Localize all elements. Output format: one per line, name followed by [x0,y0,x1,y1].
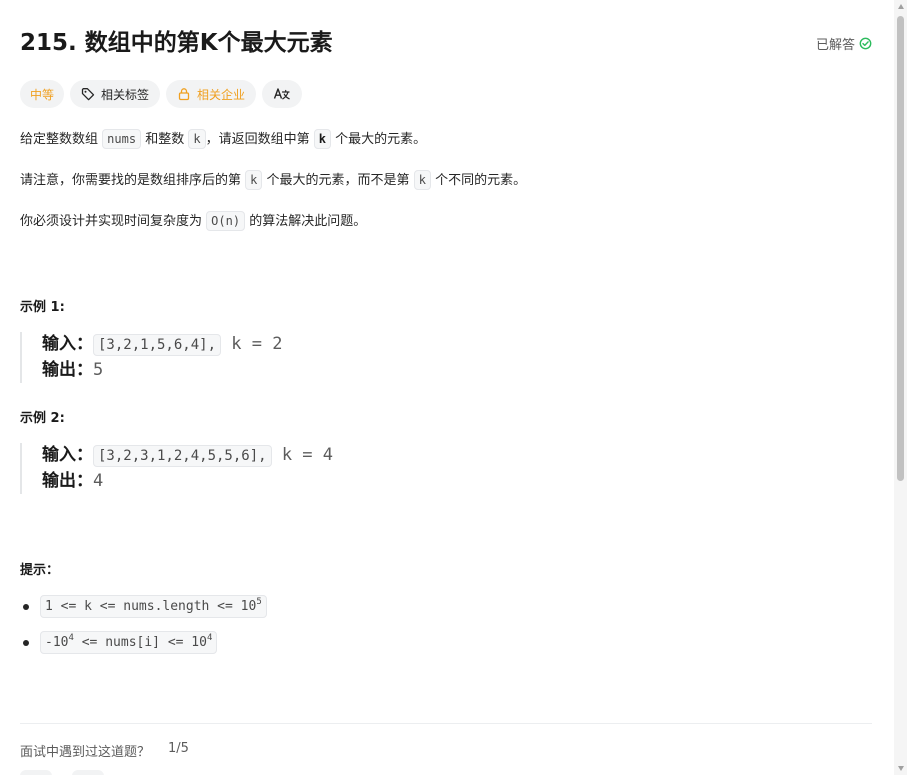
related-companies-label: 相关企业 [197,87,246,102]
input-label: 输入： [42,334,93,354]
example-2-input: 输入： [3,2,3,1,2,4,5,5,6], k = 4 [42,443,520,469]
difficulty-label: 中等 [30,87,55,102]
example-input-code: [3,2,1,5,6,4], [93,334,222,356]
desc-text: 的算法解决此问题。 [249,214,367,229]
title-row: 215. 数组中的第K个最大元素 已解答 [20,27,872,59]
example-2-output: 输出：4 [42,469,520,494]
output-label: 输出： [42,471,93,491]
translate-button[interactable] [262,80,303,108]
related-topics-label: 相关标签 [101,87,150,102]
example-1-title: 示例 1: [20,300,65,315]
constraint-code: -104 <= nums[i] <= 104 [40,631,218,654]
example-input-rest: k = 4 [281,445,334,465]
interview-prompt: 面试中遇到过这道题？ 1/5 [20,741,189,760]
inline-code: k [245,170,263,190]
constraint-text: -10 [45,635,69,650]
lock-icon [178,88,190,101]
inline-code: k [188,129,206,149]
inline-code: k [413,170,431,190]
feedback-button-no[interactable] [72,770,104,775]
section-divider [20,723,872,724]
description-paragraph-1: 给定整数数组 nums 和整数 k ，请返回数组中第 k 个最大的元素。 [20,128,426,151]
related-topics-button[interactable]: 相关标签 [70,80,161,108]
desc-text: 请注意，你需要找的是数组排序后的第 [20,173,242,188]
description-paragraph-2: 请注意，你需要找的是数组排序后的第 k 个最大的元素，而不是第 k 个不同的元素… [20,169,526,192]
desc-text: 个最大的元素。 [335,132,427,147]
scroll-down-arrow[interactable] [898,766,904,771]
description-paragraph-3: 你必须设计并实现时间复杂度为 O(n) 的算法解决此问题。 [20,210,366,233]
feedback-button-yes[interactable] [20,770,52,775]
example-output-value: 5 [93,360,104,380]
tag-icon [81,88,95,101]
example-1-block: 输入： [3,2,1,5,6,4], k = 2 输出：5 [20,332,520,383]
example-2-block: 输入： [3,2,3,1,2,4,5,5,6], k = 4 输出：4 [20,443,520,494]
desc-text: 和整数 [145,132,185,147]
interview-question: 面试中遇到过这道题？ [20,745,151,760]
related-companies-button[interactable]: 相关企业 [166,80,257,108]
example-input-code: [3,2,3,1,2,4,5,5,6], [93,445,272,467]
scroll-up-arrow[interactable] [898,4,904,9]
scrollbar-track[interactable] [894,0,907,775]
desc-text: 你必须设计并实现时间复杂度为 [20,214,203,229]
example-input-rest: k = 2 [231,334,283,354]
problem-description-panel: 215. 数组中的第K个最大元素 已解答 中等 相关标签 相关企业 给定整数数组… [0,0,907,775]
input-label: 输入： [42,445,93,465]
constraint-code: 1 <= k <= nums.length <= 105 [40,595,267,618]
desc-text: 个不同的元素。 [435,173,527,188]
constraint-item: -104 <= nums[i] <= 104 [20,628,267,664]
example-1-output: 输出：5 [42,358,520,383]
difficulty-badge: 中等 [20,80,65,108]
check-circle-icon [859,37,872,50]
constraint-exponent: 4 [206,633,213,643]
translate-icon [273,88,290,100]
problem-title[interactable]: 215. 数组中的第K个最大元素 [20,27,333,59]
solved-status: 已解答 [816,34,872,53]
inline-code-bold: k [313,129,331,149]
constraint-exponent: 5 [256,597,262,607]
hints-title: 提示： [20,563,60,578]
output-label: 输出： [42,360,93,380]
example-output-value: 4 [93,471,104,491]
constraint-text: 1 <= k <= nums.length <= 10 [45,599,257,614]
desc-text: 个最大的元素，而不是第 [266,173,410,188]
example-1-input: 输入： [3,2,1,5,6,4], k = 2 [42,332,520,358]
interview-count: 1/5 [168,741,189,756]
example-2-title: 示例 2: [20,411,65,426]
inline-code: nums [102,129,142,149]
inline-code: O(n) [206,211,246,231]
tag-bar: 中等 相关标签 相关企业 [20,80,303,108]
desc-text: 给定整数数组 [20,132,99,147]
constraints-list: 1 <= k <= nums.length <= 105 -10 4 <= num… [20,592,267,664]
solved-label: 已解答 [815,38,855,53]
desc-text: ，请返回数组中第 [205,132,310,147]
constraint-item: 1 <= k <= nums.length <= 105 [20,592,267,628]
scrollbar-thumb[interactable] [897,16,904,481]
constraint-text: <= nums[i] <= 10 [73,635,207,650]
